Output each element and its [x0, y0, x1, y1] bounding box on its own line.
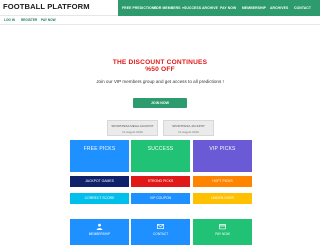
promo-subtitle: Join our VIP members group and get acces… [96, 79, 224, 84]
nav-membership[interactable]: MEMBERSHIP [242, 0, 266, 16]
nav-free-predictions[interactable]: FREE PREDICTIONS [122, 0, 157, 16]
top-header: FOOTBALL PLATFORM FREE PREDICTIONS FOR M… [0, 0, 320, 16]
pay-now-label: PAY NOW [215, 232, 230, 236]
nav-for-members[interactable]: FOR MEMBERS▼ [154, 0, 185, 16]
jackpot-date: 11 August 2019 [178, 129, 199, 134]
contact-tile[interactable]: CONTACT [131, 219, 190, 245]
nav-archives[interactable]: ARCHIVES [270, 0, 288, 16]
contact-label: CONTACT [152, 232, 169, 236]
main-nav: FREE PREDICTIONS FOR MEMBERS▼ SUCCESS AR… [118, 0, 320, 16]
hoft-picks-tile[interactable]: HOFT PICKS [193, 176, 252, 187]
jackpot-box-mega[interactable]: SPORTPESA MEGA JACKPOT 11 August 2019 [107, 120, 158, 136]
nav-contact[interactable]: CONTACT [294, 0, 311, 16]
envelope-icon [157, 224, 164, 229]
join-now-button[interactable]: JOIN NOW [133, 98, 187, 108]
success-tile[interactable]: SUCCESS [131, 140, 190, 172]
promo-headline: THE DISCOUNT CONTINUES [112, 59, 208, 66]
jackpot-games-tile[interactable]: JACKPOT GAMES [70, 176, 129, 187]
user-icon [96, 223, 103, 230]
correct-score-tile[interactable]: CORRECT SCORE [70, 193, 129, 204]
card-icon [219, 224, 226, 230]
membership-label: MEMBERSHIP [88, 232, 111, 236]
vip-coupon-tile[interactable]: VIP COUPON [131, 193, 190, 204]
register-link[interactable]: REGISTER [21, 16, 37, 25]
sub-nav: LOG IN REGISTER PAY NOW [0, 16, 320, 25]
site-logo[interactable]: FOOTBALL PLATFORM [3, 2, 90, 11]
jackpot-date: 11 August 2019 [122, 129, 143, 134]
nav-pay-now[interactable]: PAY NOW [220, 0, 236, 16]
membership-tile[interactable]: MEMBERSHIP [70, 219, 129, 245]
strong-picks-tile[interactable]: STRONG PICKS [131, 176, 190, 187]
jackpot-name: SPORTPESA MEGA JACKPOT [111, 124, 154, 128]
under-over-tile[interactable]: UNDER-OVER [193, 193, 252, 204]
pay-now-link[interactable]: PAY NOW [41, 16, 56, 25]
nav-success-archive[interactable]: SUCCESS ARCHIVE [184, 0, 218, 16]
promo-discount: %50 OFF [145, 66, 175, 73]
nav-for-members-label: FOR MEMBERS [154, 6, 181, 10]
jackpot-box-standard[interactable]: SPORTPESA JACKPOT 11 August 2019 [163, 120, 214, 136]
pay-now-tile[interactable]: PAY NOW [193, 219, 252, 245]
login-link[interactable]: LOG IN [4, 16, 15, 25]
free-picks-tile[interactable]: FREE PICKS [70, 140, 129, 172]
vip-picks-tile[interactable]: VIP PICKS [193, 140, 252, 172]
jackpot-name: SPORTPESA JACKPOT [172, 124, 205, 128]
